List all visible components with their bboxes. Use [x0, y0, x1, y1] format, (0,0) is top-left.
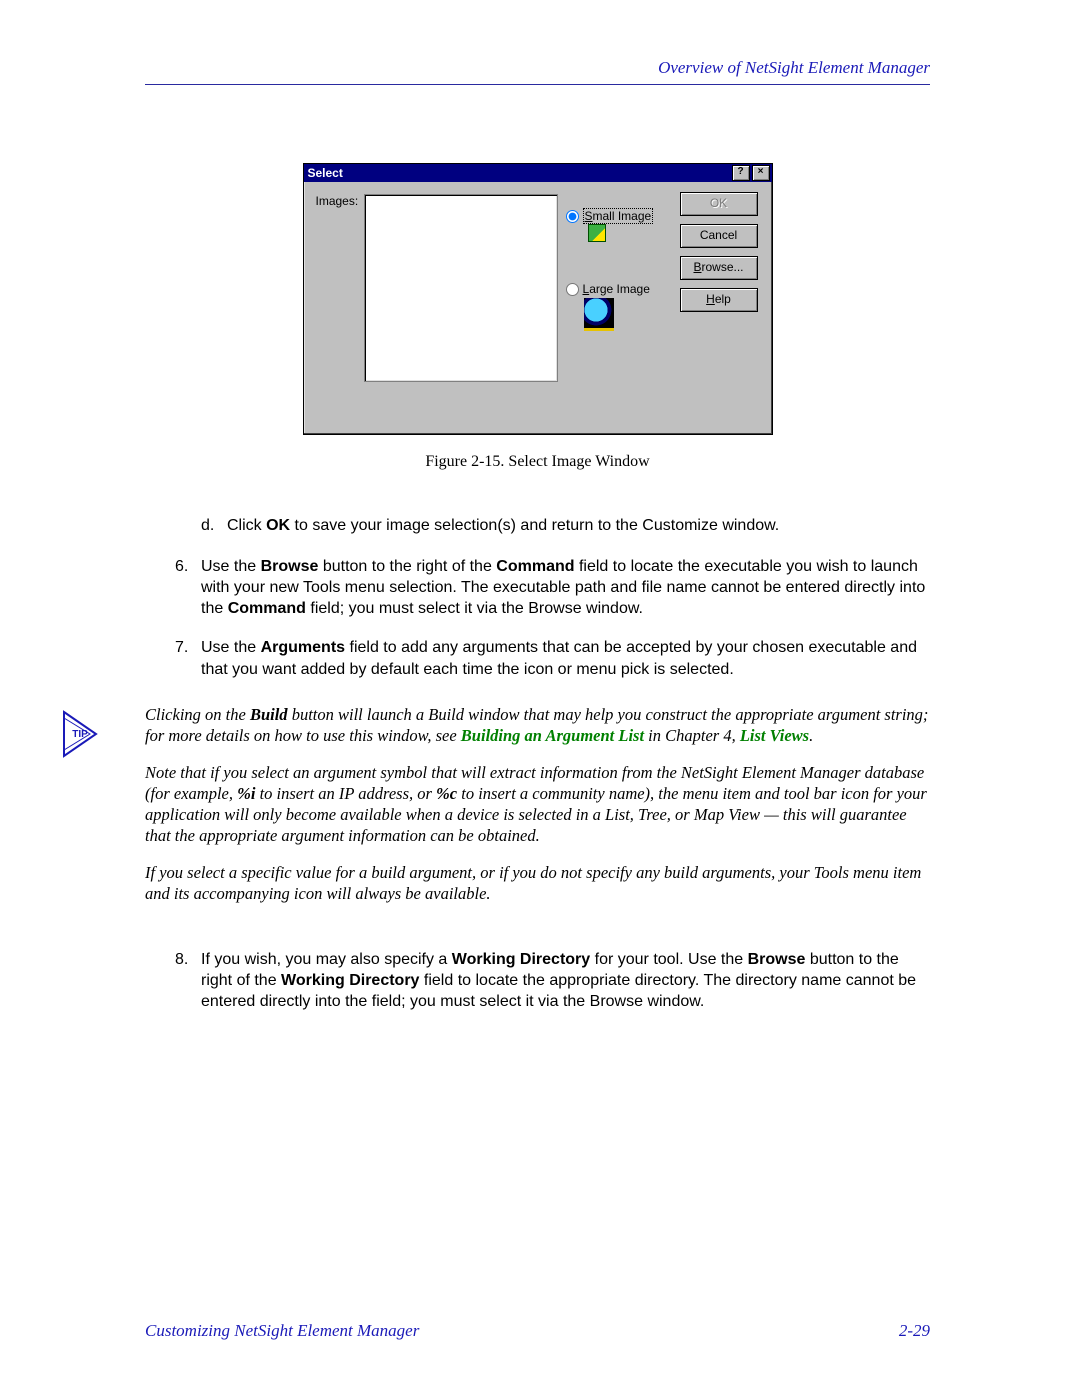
titlebar-help-button[interactable]: ? — [732, 165, 750, 181]
tip-para-1: Clicking on the Build button will launch… — [145, 704, 930, 746]
large-image-radio-input[interactable] — [566, 283, 579, 296]
page-footer: Customizing NetSight Element Manager 2-2… — [145, 1317, 930, 1341]
tip-para-3: If you select a specific value for a bui… — [145, 862, 930, 904]
browse-button[interactable]: Browse... — [680, 256, 758, 280]
step-6: 6. Use the Browse button to the right of… — [175, 556, 930, 619]
link-list-views[interactable]: List Views — [740, 726, 809, 745]
dialog-button-column: OK Cancel Browse... Help — [680, 192, 758, 320]
step-8: 8. If you wish, you may also specify a W… — [175, 949, 930, 1012]
dialog-body: Images: Small Image Large Image OK Cance… — [304, 182, 772, 434]
link-building-argument-list[interactable]: Building an Argument List — [461, 726, 644, 745]
dialog-title: Select — [308, 164, 730, 182]
help-button[interactable]: Help — [680, 288, 758, 312]
footer-page-number: 2-29 — [899, 1321, 930, 1341]
body-text: d. Click OK to save your image selection… — [145, 515, 930, 1012]
footer-left: Customizing NetSight Element Manager — [145, 1321, 419, 1341]
page-header-title: Overview of NetSight Element Manager — [145, 58, 930, 78]
header-rule — [145, 84, 930, 85]
large-image-icon — [584, 298, 614, 331]
step-d: d. Click OK to save your image selection… — [201, 515, 930, 536]
figure-caption: Figure 2-15. Select Image Window — [145, 453, 930, 471]
select-dialog: Select ? × Images: Small Image Large Ima… — [303, 163, 773, 435]
cancel-button[interactable]: Cancel — [680, 224, 758, 248]
small-image-icon — [588, 224, 606, 242]
tip-para-2: Note that if you select an argument symb… — [145, 762, 930, 846]
small-image-radio-input[interactable] — [566, 210, 579, 223]
large-image-radio[interactable]: Large Image — [566, 282, 650, 296]
large-image-radio-label: Large Image — [583, 282, 650, 296]
small-image-radio[interactable]: Small Image — [566, 208, 654, 224]
step-7: 7. Use the Arguments field to add any ar… — [175, 637, 930, 679]
tip-body: Clicking on the Build button will launch… — [145, 704, 930, 921]
tip-gutter: TIP — [15, 704, 145, 921]
images-label: Images: — [316, 194, 359, 208]
titlebar-close-button[interactable]: × — [752, 165, 770, 181]
images-listbox[interactable] — [364, 194, 558, 382]
tip-label: TIP — [15, 728, 145, 741]
tip-block: TIP Clicking on the Build button will la… — [15, 704, 930, 921]
small-image-radio-label: Small Image — [583, 208, 654, 224]
page: Overview of NetSight Element Manager Sel… — [0, 0, 1080, 1397]
dialog-titlebar: Select ? × — [304, 164, 772, 182]
ok-button[interactable]: OK — [680, 192, 758, 216]
